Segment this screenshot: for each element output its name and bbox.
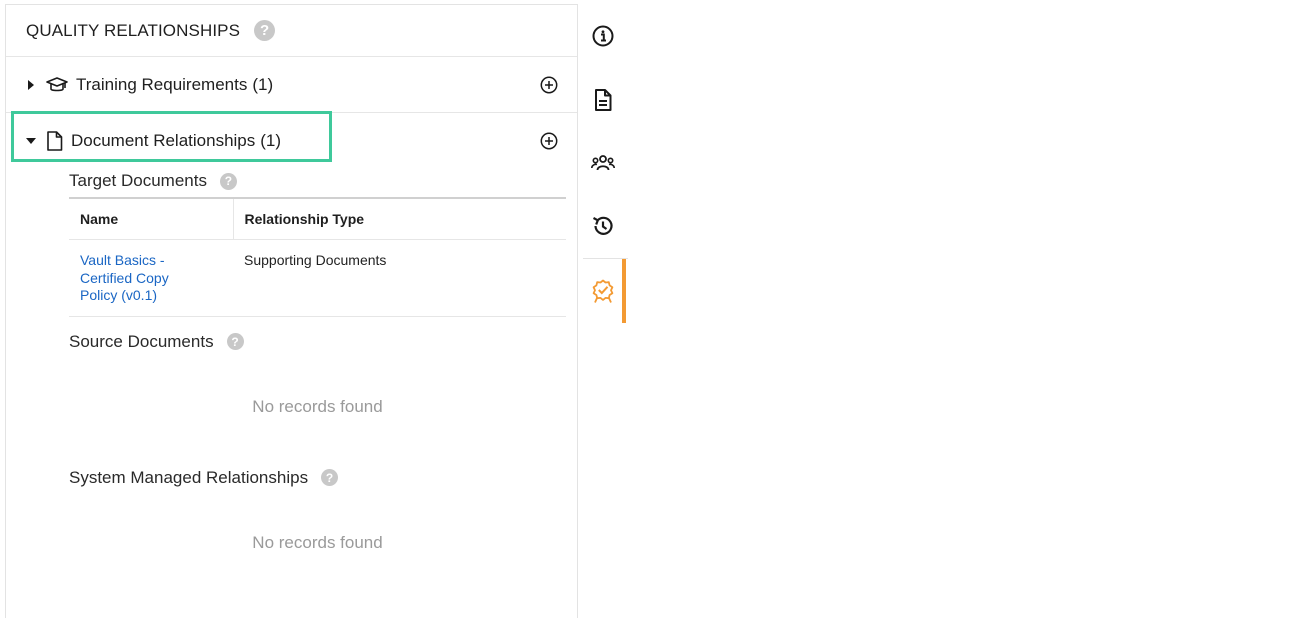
training-requirements-count: (1) <box>252 74 274 94</box>
section-document-relationships[interactable]: Document Relationships (1) <box>6 113 577 169</box>
rail-button-quality[interactable] <box>583 271 623 311</box>
table-cell-name: Vault Basics - Certified Copy Policy (v0… <box>69 239 233 317</box>
info-icon <box>592 25 614 47</box>
target-documents-table: Name Relationship Type Vault Basics - Ce… <box>69 197 566 317</box>
side-rail <box>583 4 628 324</box>
quality-badge-icon <box>592 279 614 303</box>
target-documents-section: Target Documents ? Name Relationship Typ… <box>6 169 577 553</box>
table-cell-relationship-type: Supporting Documents <box>233 239 566 317</box>
source-documents-title-text: Source Documents <box>69 331 214 351</box>
users-icon <box>591 155 615 171</box>
rail-button-users[interactable] <box>583 143 623 183</box>
help-icon[interactable]: ? <box>226 333 244 350</box>
rail-button-history[interactable] <box>583 206 623 246</box>
document-relationships-label: Document Relationships <box>71 131 256 150</box>
help-icon[interactable]: ? <box>254 20 276 41</box>
help-icon[interactable]: ? <box>321 469 339 486</box>
document-icon <box>46 131 63 151</box>
system-managed-title: System Managed Relationships ? <box>69 466 565 490</box>
rail-button-document[interactable] <box>583 80 623 120</box>
panel-header: QUALITY RELATIONSHIPS ? <box>6 5 577 57</box>
plus-circle-icon <box>540 132 558 150</box>
target-documents-title-text: Target Documents <box>69 171 207 190</box>
help-icon[interactable]: ? <box>219 172 237 190</box>
source-documents-title: Source Documents ? <box>69 330 565 354</box>
document-link[interactable]: Vault Basics - Certified Copy Policy (v0… <box>80 252 200 305</box>
history-icon <box>592 216 613 235</box>
table-row: Vault Basics - Certified Copy Policy (v0… <box>69 239 566 317</box>
graduation-cap-icon <box>46 76 68 93</box>
rail-active-indicator <box>622 259 626 323</box>
source-documents-empty-message: No records found <box>252 396 383 416</box>
add-training-requirement-button[interactable] <box>539 75 559 95</box>
document-relationships-count: (1) <box>260 131 282 150</box>
section-training-requirements[interactable]: Training Requirements (1) <box>6 57 577 113</box>
quality-relationships-panel: QUALITY RELATIONSHIPS ? Training Require… <box>5 4 578 618</box>
column-header-name[interactable]: Name <box>69 198 234 240</box>
column-header-relationship-type[interactable]: Relationship Type <box>233 198 566 240</box>
plus-circle-icon <box>540 76 558 93</box>
add-document-relationship-button[interactable] <box>539 131 559 151</box>
document-icon <box>595 89 612 111</box>
table-header-row: Name Relationship Type <box>69 198 566 240</box>
rail-button-info[interactable] <box>583 16 623 56</box>
caret-down-icon[interactable] <box>24 138 38 144</box>
target-documents-title: Target Documents ? <box>69 169 565 193</box>
caret-right-icon[interactable] <box>24 79 38 90</box>
panel-title: QUALITY RELATIONSHIPS <box>26 20 241 40</box>
training-requirements-label: Training Requirements <box>76 74 248 94</box>
system-managed-title-text: System Managed Relationships <box>69 467 309 487</box>
system-managed-empty-message: No records found <box>252 532 383 552</box>
